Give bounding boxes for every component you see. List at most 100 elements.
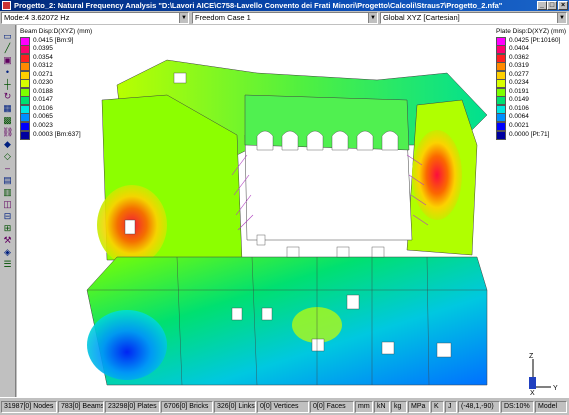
svg-text:Y: Y (553, 385, 558, 392)
status-links: 326[0] Links (214, 401, 256, 413)
legend-value: 0.0106 (509, 104, 529, 112)
legend-row: 0.0415 [Bm:9] (20, 36, 100, 46)
face-icon[interactable]: ◇ (2, 151, 13, 161)
legend-value: 0.0023 (33, 121, 53, 129)
legend-row: 0.0191 (496, 87, 568, 97)
node-icon[interactable]: • (2, 67, 13, 77)
legend-row: 0.0064 (496, 113, 568, 123)
chevron-down-icon[interactable]: ▼ (368, 13, 377, 23)
legend-row: 0.0230 (20, 79, 100, 89)
legend-row: 0.0023 (20, 121, 100, 131)
unit-energy[interactable]: J (445, 401, 457, 413)
minimize-button[interactable]: _ (537, 1, 547, 10)
legend-row: 0.0021 (496, 121, 568, 131)
legend-row: 0.0395 (20, 45, 100, 55)
freedom-case-select[interactable]: Freedom Case 1 ▼ (192, 12, 378, 24)
unit-force[interactable]: kN (374, 401, 390, 413)
window-title: Progetto_2: Natural Frequency Analysis "… (14, 1, 503, 10)
beam-displacement-legend: Beam Disp:D(XYZ) (mm) 0.0415 [Bm:9] 0.039… (20, 28, 100, 140)
app-icon[interactable] (2, 1, 11, 10)
beam-legend-title: Beam Disp:D(XYZ) (mm) (20, 28, 93, 35)
axis-triad: Z X Y (527, 353, 561, 397)
z-axis-label: Z (529, 353, 534, 360)
display-scale: DS:10% (501, 401, 534, 413)
legend-value: 0.0064 (509, 113, 529, 121)
mesh-icon[interactable]: ▥ (2, 187, 13, 197)
legend-value: 0.0230 (33, 79, 53, 87)
status-vertices: 0[0] Vertices (257, 401, 309, 413)
legend-value: 0.0191 (509, 87, 529, 95)
plate-icon[interactable]: ▦ (2, 103, 13, 113)
legend-value: 0.0149 (509, 96, 529, 104)
vertex-icon[interactable]: ◆ (2, 139, 13, 149)
legend-value: 0.0188 (33, 87, 53, 95)
status-beams: 783[0] Beams (58, 401, 104, 413)
rotate-icon[interactable]: ↻ (2, 91, 13, 101)
unit-mass[interactable]: kg (391, 401, 407, 413)
dash-icon[interactable]: ‒ (2, 163, 13, 173)
beam-icon[interactable]: ┼ (2, 79, 13, 89)
legend-value: 0.0106 (33, 104, 53, 112)
legend-value: 0.0319 (509, 62, 529, 70)
legend-row: 0.0106 (496, 104, 568, 114)
results-toolbar: Mode:4 3.62072 Hz ▼ Freedom Case 1 ▼ Glo… (0, 11, 569, 25)
legend-value: 0.0312 (33, 62, 53, 70)
legend-value: 0.0147 (33, 96, 53, 104)
legend-value: 0.0395 (33, 45, 53, 53)
legend-row: 0.0425 [Pt:10160] (496, 36, 568, 46)
coordinate-system-value: Global XYZ [Cartesian] (383, 13, 460, 22)
status-faces: 0[0] Faces (310, 401, 354, 413)
legend-row: 0.0362 (496, 53, 568, 63)
cube-icon[interactable]: ◫ (2, 199, 13, 209)
box-icon[interactable]: ▣ (2, 55, 13, 65)
link-icon[interactable]: ⛓ (2, 127, 13, 137)
legend-row: 0.0277 (496, 70, 568, 80)
line-icon[interactable]: ╱ (2, 43, 13, 53)
unit-length[interactable]: mm (355, 401, 373, 413)
legend-value: 0.0425 [Pt:10160] (509, 36, 561, 44)
legend-row: 0.0106 (20, 104, 100, 114)
maximize-button[interactable]: □ (547, 1, 557, 10)
legend-row: 0.0000 [Pt:71] (496, 130, 568, 140)
mode-select[interactable]: Mode:4 3.62072 Hz ▼ (1, 12, 189, 24)
mode-select-value: Mode:4 3.62072 Hz (4, 13, 70, 22)
legend-row: 0.0003 [Bm:637] (20, 130, 100, 140)
legend-value: 0.0354 (33, 53, 53, 61)
model-viewport[interactable]: Beam Disp:D(XYZ) (mm) 0.0415 [Bm:9] 0.039… (17, 25, 569, 397)
status-plates: 23298[0] Plates (105, 401, 160, 413)
tools-icon[interactable]: ⚒ (2, 235, 13, 245)
plate-displacement-legend: Plate Disp:D(XYZ) (mm) 0.0425 [Pt:10160]… (496, 28, 568, 140)
freedom-case-value: Freedom Case 1 (195, 13, 251, 22)
legend-row: 0.0147 (20, 96, 100, 106)
unit-temperature[interactable]: K (431, 401, 444, 413)
chevron-down-icon[interactable]: ▼ (557, 13, 566, 23)
legend-row: 0.0188 (20, 87, 100, 97)
grid-icon[interactable]: ▤ (2, 175, 13, 185)
legend-value: 0.0404 (509, 45, 529, 53)
legend-row: 0.0404 (496, 45, 568, 55)
select-icon[interactable]: ▭ (2, 31, 13, 41)
status-bricks: 6706[0] Bricks (161, 401, 213, 413)
legend-swatch (20, 130, 30, 140)
legend-row: 0.0319 (496, 62, 568, 72)
extrude-icon[interactable]: ⊞ (2, 223, 13, 233)
legend-value: 0.0021 (509, 121, 529, 129)
view-angles: (-48,1,-90) (458, 401, 500, 413)
legend-row: 0.0149 (496, 96, 568, 106)
brick-icon[interactable]: ▩ (2, 115, 13, 125)
legend-row: 0.0234 (496, 79, 568, 89)
legend-row: 0.0065 (20, 113, 100, 123)
unit-stress[interactable]: MPa (408, 401, 430, 413)
left-toolbar: ▭ ╱ ▣ • ┼ ↻ ▦ ▩ ⛓ ◆ ◇ ‒ ▤ ▥ ◫ ⊟ ⊞ ⚒ ◈ ☰ (0, 25, 16, 397)
legend-value: 0.0065 (33, 113, 53, 121)
layers-icon[interactable]: ☰ (2, 259, 13, 269)
title-bar: Progetto_2: Natural Frequency Analysis "… (0, 0, 569, 11)
legend-row: 0.0271 (20, 70, 100, 80)
coordinate-system-select[interactable]: Global XYZ [Cartesian] ▼ (380, 12, 567, 24)
close-button[interactable]: × (558, 1, 568, 10)
cad-icon[interactable]: ◈ (2, 247, 13, 257)
status-bar: 31987[0] Nodes 783[0] Beams 23298[0] Pla… (0, 397, 569, 415)
legend-row: 0.0312 (20, 62, 100, 72)
sub-icon[interactable]: ⊟ (2, 211, 13, 221)
chevron-down-icon[interactable]: ▼ (179, 13, 188, 23)
